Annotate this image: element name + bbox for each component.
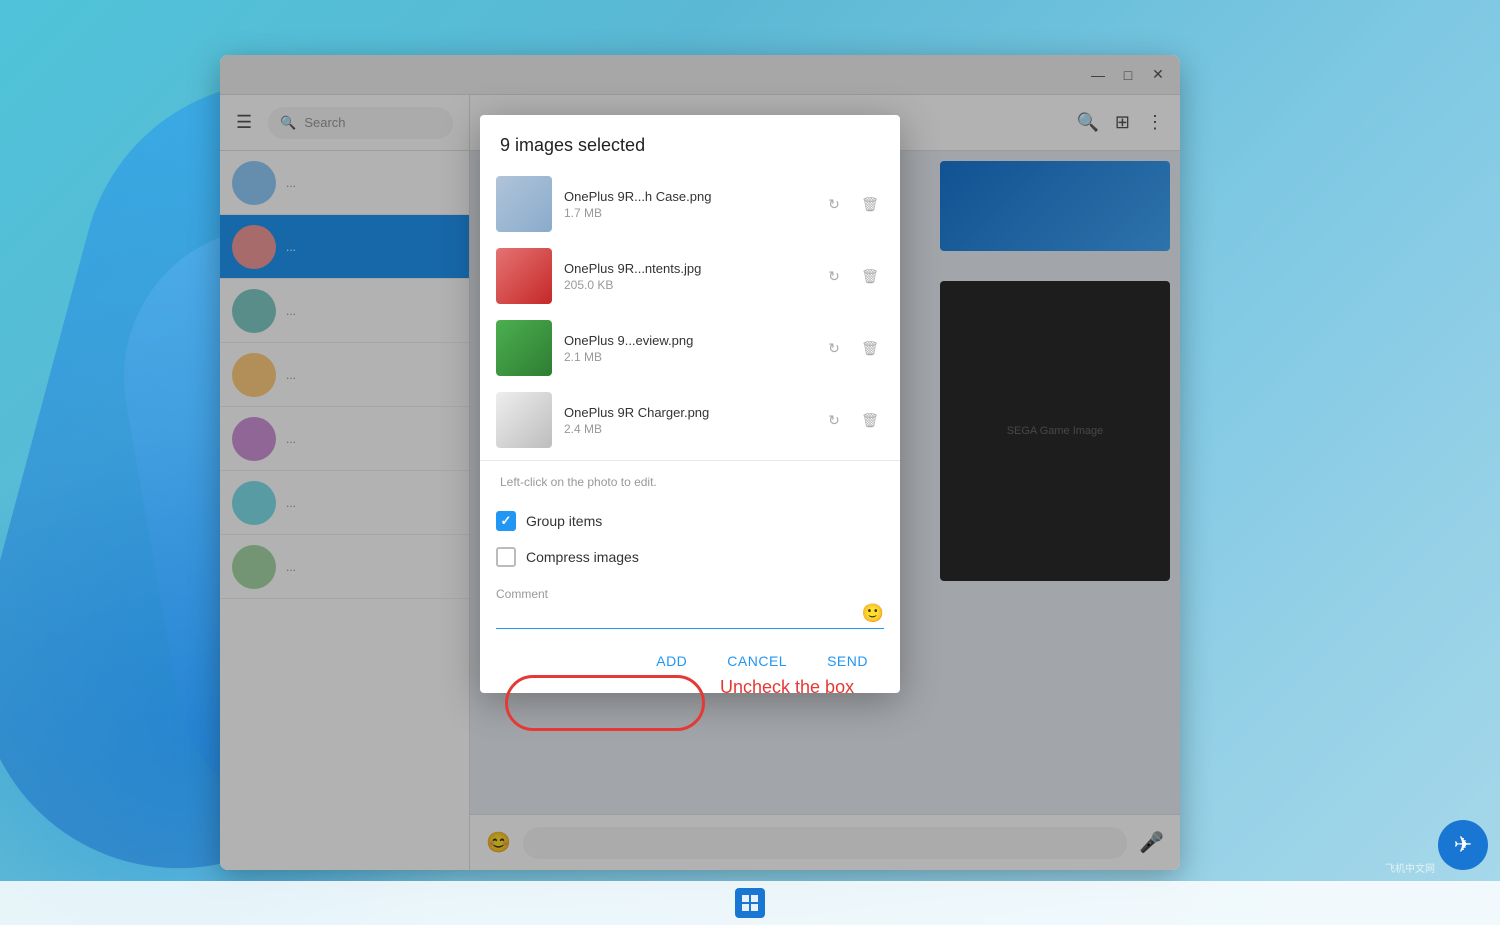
edit-hint: Left-click on the photo to edit. — [480, 465, 900, 499]
file-info: OnePlus 9R...h Case.png 1.7 MB — [564, 189, 808, 220]
watermark-icon: ✈ — [1438, 820, 1488, 870]
delete-icon[interactable]: 🗑 — [856, 406, 884, 434]
file-name: OnePlus 9R Charger.png — [564, 405, 808, 420]
refresh-icon[interactable]: ↻ — [820, 334, 848, 362]
modal-title: 9 images selected — [480, 115, 900, 168]
emoji-comment-icon[interactable]: 🙂 — [862, 603, 884, 624]
divider-1 — [480, 460, 900, 461]
file-thumbnail[interactable] — [496, 248, 552, 304]
file-item-3: OnePlus 9R Charger.png 2.4 MB ↻ 🗑 — [488, 384, 892, 456]
modal-options: Group items Compress images — [480, 499, 900, 583]
file-info: OnePlus 9R Charger.png 2.4 MB — [564, 405, 808, 436]
windows-logo-icon — [742, 895, 758, 911]
compress-images-row: Compress images — [496, 539, 884, 575]
file-actions: ↻ 🗑 — [820, 262, 884, 290]
cancel-button[interactable]: CANCEL — [711, 645, 803, 677]
file-name: OnePlus 9...eview.png — [564, 333, 808, 348]
refresh-icon[interactable]: ↻ — [820, 406, 848, 434]
file-item-1: OnePlus 9R...ntents.jpg 205.0 KB ↻ 🗑 — [488, 240, 892, 312]
group-items-checkbox[interactable] — [496, 511, 516, 531]
watermark-text: 飞机中文网 — [1385, 860, 1435, 875]
group-items-label: Group items — [526, 513, 602, 529]
taskbar — [0, 881, 1500, 925]
file-info: OnePlus 9...eview.png 2.1 MB — [564, 333, 808, 364]
modal-actions: ADD CANCEL SEND — [480, 633, 900, 693]
paper-plane-icon: ✈ — [1454, 832, 1472, 858]
file-name: OnePlus 9R...h Case.png — [564, 189, 808, 204]
refresh-icon[interactable]: ↻ — [820, 262, 848, 290]
comment-input-row: 🙂 — [496, 603, 884, 629]
file-actions: ↻ 🗑 — [820, 406, 884, 434]
refresh-icon[interactable]: ↻ — [820, 190, 848, 218]
file-size: 205.0 KB — [564, 278, 808, 292]
file-item-2: OnePlus 9...eview.png 2.1 MB ↻ 🗑 — [488, 312, 892, 384]
compress-images-checkbox[interactable] — [496, 547, 516, 567]
delete-icon[interactable]: 🗑 — [856, 262, 884, 290]
file-thumbnail[interactable] — [496, 392, 552, 448]
add-button[interactable]: ADD — [640, 645, 703, 677]
file-list: OnePlus 9R...h Case.png 1.7 MB ↻ 🗑 OnePl… — [480, 168, 900, 456]
delete-icon[interactable]: 🗑 — [856, 190, 884, 218]
file-actions: ↻ 🗑 — [820, 190, 884, 218]
send-button[interactable]: SEND — [811, 645, 884, 677]
modal-comment-section: Comment 🙂 — [480, 583, 900, 633]
telegram-window: — □ ✕ ☰ 🔍 Search ... ... — [220, 55, 1180, 870]
file-info: OnePlus 9R...ntents.jpg 205.0 KB — [564, 261, 808, 292]
file-actions: ↻ 🗑 — [820, 334, 884, 362]
group-items-row: Group items — [496, 503, 884, 539]
start-button[interactable] — [735, 888, 765, 918]
file-size: 2.4 MB — [564, 422, 808, 436]
comment-label: Comment — [496, 587, 884, 601]
comment-input[interactable] — [496, 606, 862, 622]
file-size: 2.1 MB — [564, 350, 808, 364]
delete-icon[interactable]: 🗑 — [856, 334, 884, 362]
file-thumbnail[interactable] — [496, 176, 552, 232]
compress-images-label: Compress images — [526, 549, 639, 565]
upload-modal: 9 images selected OnePlus 9R...h Case.pn… — [480, 115, 900, 693]
modal-overlay: 9 images selected OnePlus 9R...h Case.pn… — [220, 55, 1180, 870]
file-size: 1.7 MB — [564, 206, 808, 220]
file-name: OnePlus 9R...ntents.jpg — [564, 261, 808, 276]
file-thumbnail[interactable] — [496, 320, 552, 376]
file-item-0: OnePlus 9R...h Case.png 1.7 MB ↻ 🗑 — [488, 168, 892, 240]
